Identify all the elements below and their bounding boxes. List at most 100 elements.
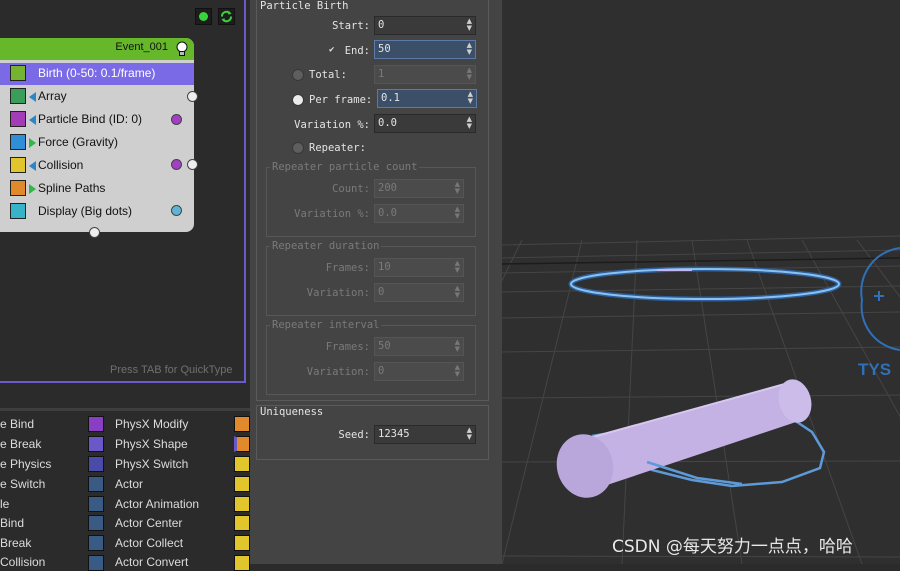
operator-row-force[interactable]: Force (Gravity) bbox=[0, 132, 194, 154]
collision-port[interactable] bbox=[171, 159, 182, 170]
interval-variation-spinner[interactable]: 0 ▲ ▼ bbox=[374, 362, 464, 381]
output-port[interactable] bbox=[187, 91, 198, 102]
operator-icon bbox=[234, 476, 250, 492]
spinner-arrows-icon[interactable]: ▲ ▼ bbox=[467, 116, 472, 130]
duration-frames-label: Frames: bbox=[325, 262, 370, 274]
spinner-arrows-icon[interactable]: ▲ ▼ bbox=[455, 339, 460, 353]
spinner-arrows-icon[interactable]: ▲ ▼ bbox=[467, 67, 472, 81]
physx-shape-icon bbox=[88, 436, 104, 452]
interval-variation-label: Variation: bbox=[306, 366, 370, 378]
depot-item[interactable]: Collision bbox=[0, 555, 45, 569]
depot-item[interactable]: e Switch bbox=[0, 477, 45, 491]
interval-frames-spinner[interactable]: 50 ▲ ▼ bbox=[374, 337, 464, 356]
variation-spinner[interactable]: 0.0 ▲ ▼ bbox=[374, 114, 476, 133]
output-port[interactable] bbox=[187, 159, 198, 170]
repeater-label: Repeater: bbox=[309, 142, 366, 154]
count-spinner[interactable]: 200 ▲ ▼ bbox=[374, 179, 464, 198]
per-frame-spinner[interactable]: 0.1 ▲ ▼ bbox=[377, 89, 477, 108]
repeater-radio[interactable] bbox=[292, 142, 304, 154]
depot-item-physx-modify[interactable]: PhysX Modify bbox=[115, 417, 188, 431]
operator-icon bbox=[234, 456, 250, 472]
count-variation-label: Variation %: bbox=[294, 208, 370, 220]
arrow-right-icon bbox=[29, 138, 36, 148]
end-spinner[interactable]: 50 ▲ ▼ bbox=[374, 40, 476, 59]
count-variation-spinner[interactable]: 0.0 ▲ ▼ bbox=[374, 204, 464, 223]
birth-icon bbox=[10, 65, 26, 81]
operator-row-particle-bind[interactable]: Particle Bind (ID: 0) bbox=[0, 109, 194, 131]
depot-item-actor-collect[interactable]: Actor Collect bbox=[115, 536, 183, 550]
operator-row-birth[interactable]: Birth (0-50: 0.1/frame) bbox=[0, 63, 194, 85]
rollout-title[interactable]: Particle Birth bbox=[260, 0, 349, 12]
depot-item-actor-convert[interactable]: Actor Convert bbox=[115, 555, 188, 569]
display-port[interactable] bbox=[171, 205, 182, 216]
operator-icon bbox=[234, 496, 250, 512]
grid-axis bbox=[501, 257, 900, 265]
repeater-count-group bbox=[266, 167, 476, 237]
depot-item[interactable]: le bbox=[0, 497, 9, 511]
particle-bind-icon bbox=[10, 111, 26, 127]
depot-item-actor[interactable]: Actor bbox=[115, 477, 143, 491]
spinner-arrows-icon[interactable]: ▲ ▼ bbox=[468, 91, 473, 105]
variation-label: Variation %: bbox=[294, 119, 370, 131]
duration-variation-spinner[interactable]: 0 ▲ ▼ bbox=[374, 283, 464, 302]
operator-label: Force (Gravity) bbox=[38, 135, 119, 149]
total-radio[interactable] bbox=[292, 69, 304, 81]
spinner-arrows-icon[interactable]: ▲ ▼ bbox=[455, 181, 460, 195]
cylinder-body bbox=[582, 382, 802, 490]
operator-label: Collision bbox=[38, 158, 84, 172]
input-port[interactable] bbox=[89, 227, 100, 238]
operator-row-spline-paths[interactable]: Spline Paths bbox=[0, 178, 194, 200]
event-node-title[interactable]: Event_001 bbox=[0, 38, 194, 60]
operator-row-display[interactable]: Display (Big dots) bbox=[0, 201, 194, 223]
duration-frames-spinner[interactable]: 10 ▲ ▼ bbox=[374, 258, 464, 277]
rollout-title[interactable]: Uniqueness bbox=[260, 406, 323, 418]
spline-paths-icon bbox=[10, 180, 26, 196]
spinner-arrows-icon[interactable]: ▲ ▼ bbox=[467, 42, 472, 56]
depot-item-physx-switch[interactable]: PhysX Switch bbox=[115, 457, 188, 471]
bind-port[interactable] bbox=[171, 114, 182, 125]
operator-icon bbox=[234, 535, 250, 551]
depot-item[interactable]: e Break bbox=[0, 437, 41, 451]
depot-item[interactable]: Bind bbox=[0, 516, 24, 530]
spinner-arrows-icon[interactable]: ▲ ▼ bbox=[467, 427, 472, 441]
spinner-arrows-icon[interactable]: ▲ ▼ bbox=[455, 285, 460, 299]
operator-label: Birth (0-50: 0.1/frame) bbox=[38, 66, 156, 80]
operator-icon bbox=[234, 416, 250, 432]
viewport-3d[interactable] bbox=[361, 0, 900, 565]
per-frame-radio[interactable] bbox=[292, 94, 304, 106]
lightbulb-icon[interactable] bbox=[175, 41, 189, 57]
depot-item-physx-shape[interactable]: PhysX Shape bbox=[115, 437, 188, 451]
operator-row-array[interactable]: Array bbox=[0, 86, 194, 108]
repeater-duration-group bbox=[266, 246, 476, 316]
count-label: Count: bbox=[332, 183, 370, 195]
depot-item[interactable]: e Bind bbox=[0, 417, 34, 431]
gizmo-circle bbox=[860, 247, 900, 351]
arrow-left-icon bbox=[29, 115, 36, 125]
operator-label: Display (Big dots) bbox=[38, 204, 133, 218]
refresh-icon bbox=[221, 10, 232, 23]
force-icon bbox=[10, 134, 26, 150]
interval-frames-label: Frames: bbox=[325, 341, 370, 353]
operator-row-collision[interactable]: Collision bbox=[0, 155, 194, 177]
spinner-arrows-icon[interactable]: ▲ ▼ bbox=[455, 364, 460, 378]
operator-label: Particle Bind (ID: 0) bbox=[38, 112, 143, 126]
start-spinner[interactable]: 0 ▲ ▼ bbox=[374, 16, 476, 35]
depot-item-actor-animation[interactable]: Actor Animation bbox=[115, 497, 199, 511]
green-dot-button[interactable] bbox=[195, 8, 212, 25]
refresh-button[interactable] bbox=[218, 8, 235, 25]
operator-icon bbox=[234, 436, 250, 452]
total-spinner[interactable]: 1 ▲ ▼ bbox=[374, 65, 476, 84]
physx-modify-icon bbox=[88, 416, 104, 432]
depot-item-actor-center[interactable]: Actor Center bbox=[115, 516, 182, 530]
spinner-arrows-icon[interactable]: ▲ ▼ bbox=[467, 18, 472, 32]
operator-label: Array bbox=[38, 89, 67, 103]
depot-item[interactable]: e Physics bbox=[0, 457, 51, 471]
spinner-arrows-icon[interactable]: ▲ ▼ bbox=[455, 260, 460, 274]
depot-item[interactable]: Break bbox=[0, 536, 31, 550]
seed-spinner[interactable]: 12345 ▲ ▼ bbox=[374, 425, 476, 444]
spinner-arrows-icon[interactable]: ▲ ▼ bbox=[455, 206, 460, 220]
end-value: 50 bbox=[378, 43, 391, 55]
group-title: Repeater particle count bbox=[270, 161, 420, 173]
actor-convert-icon bbox=[88, 555, 104, 571]
operator-icon bbox=[234, 515, 250, 531]
